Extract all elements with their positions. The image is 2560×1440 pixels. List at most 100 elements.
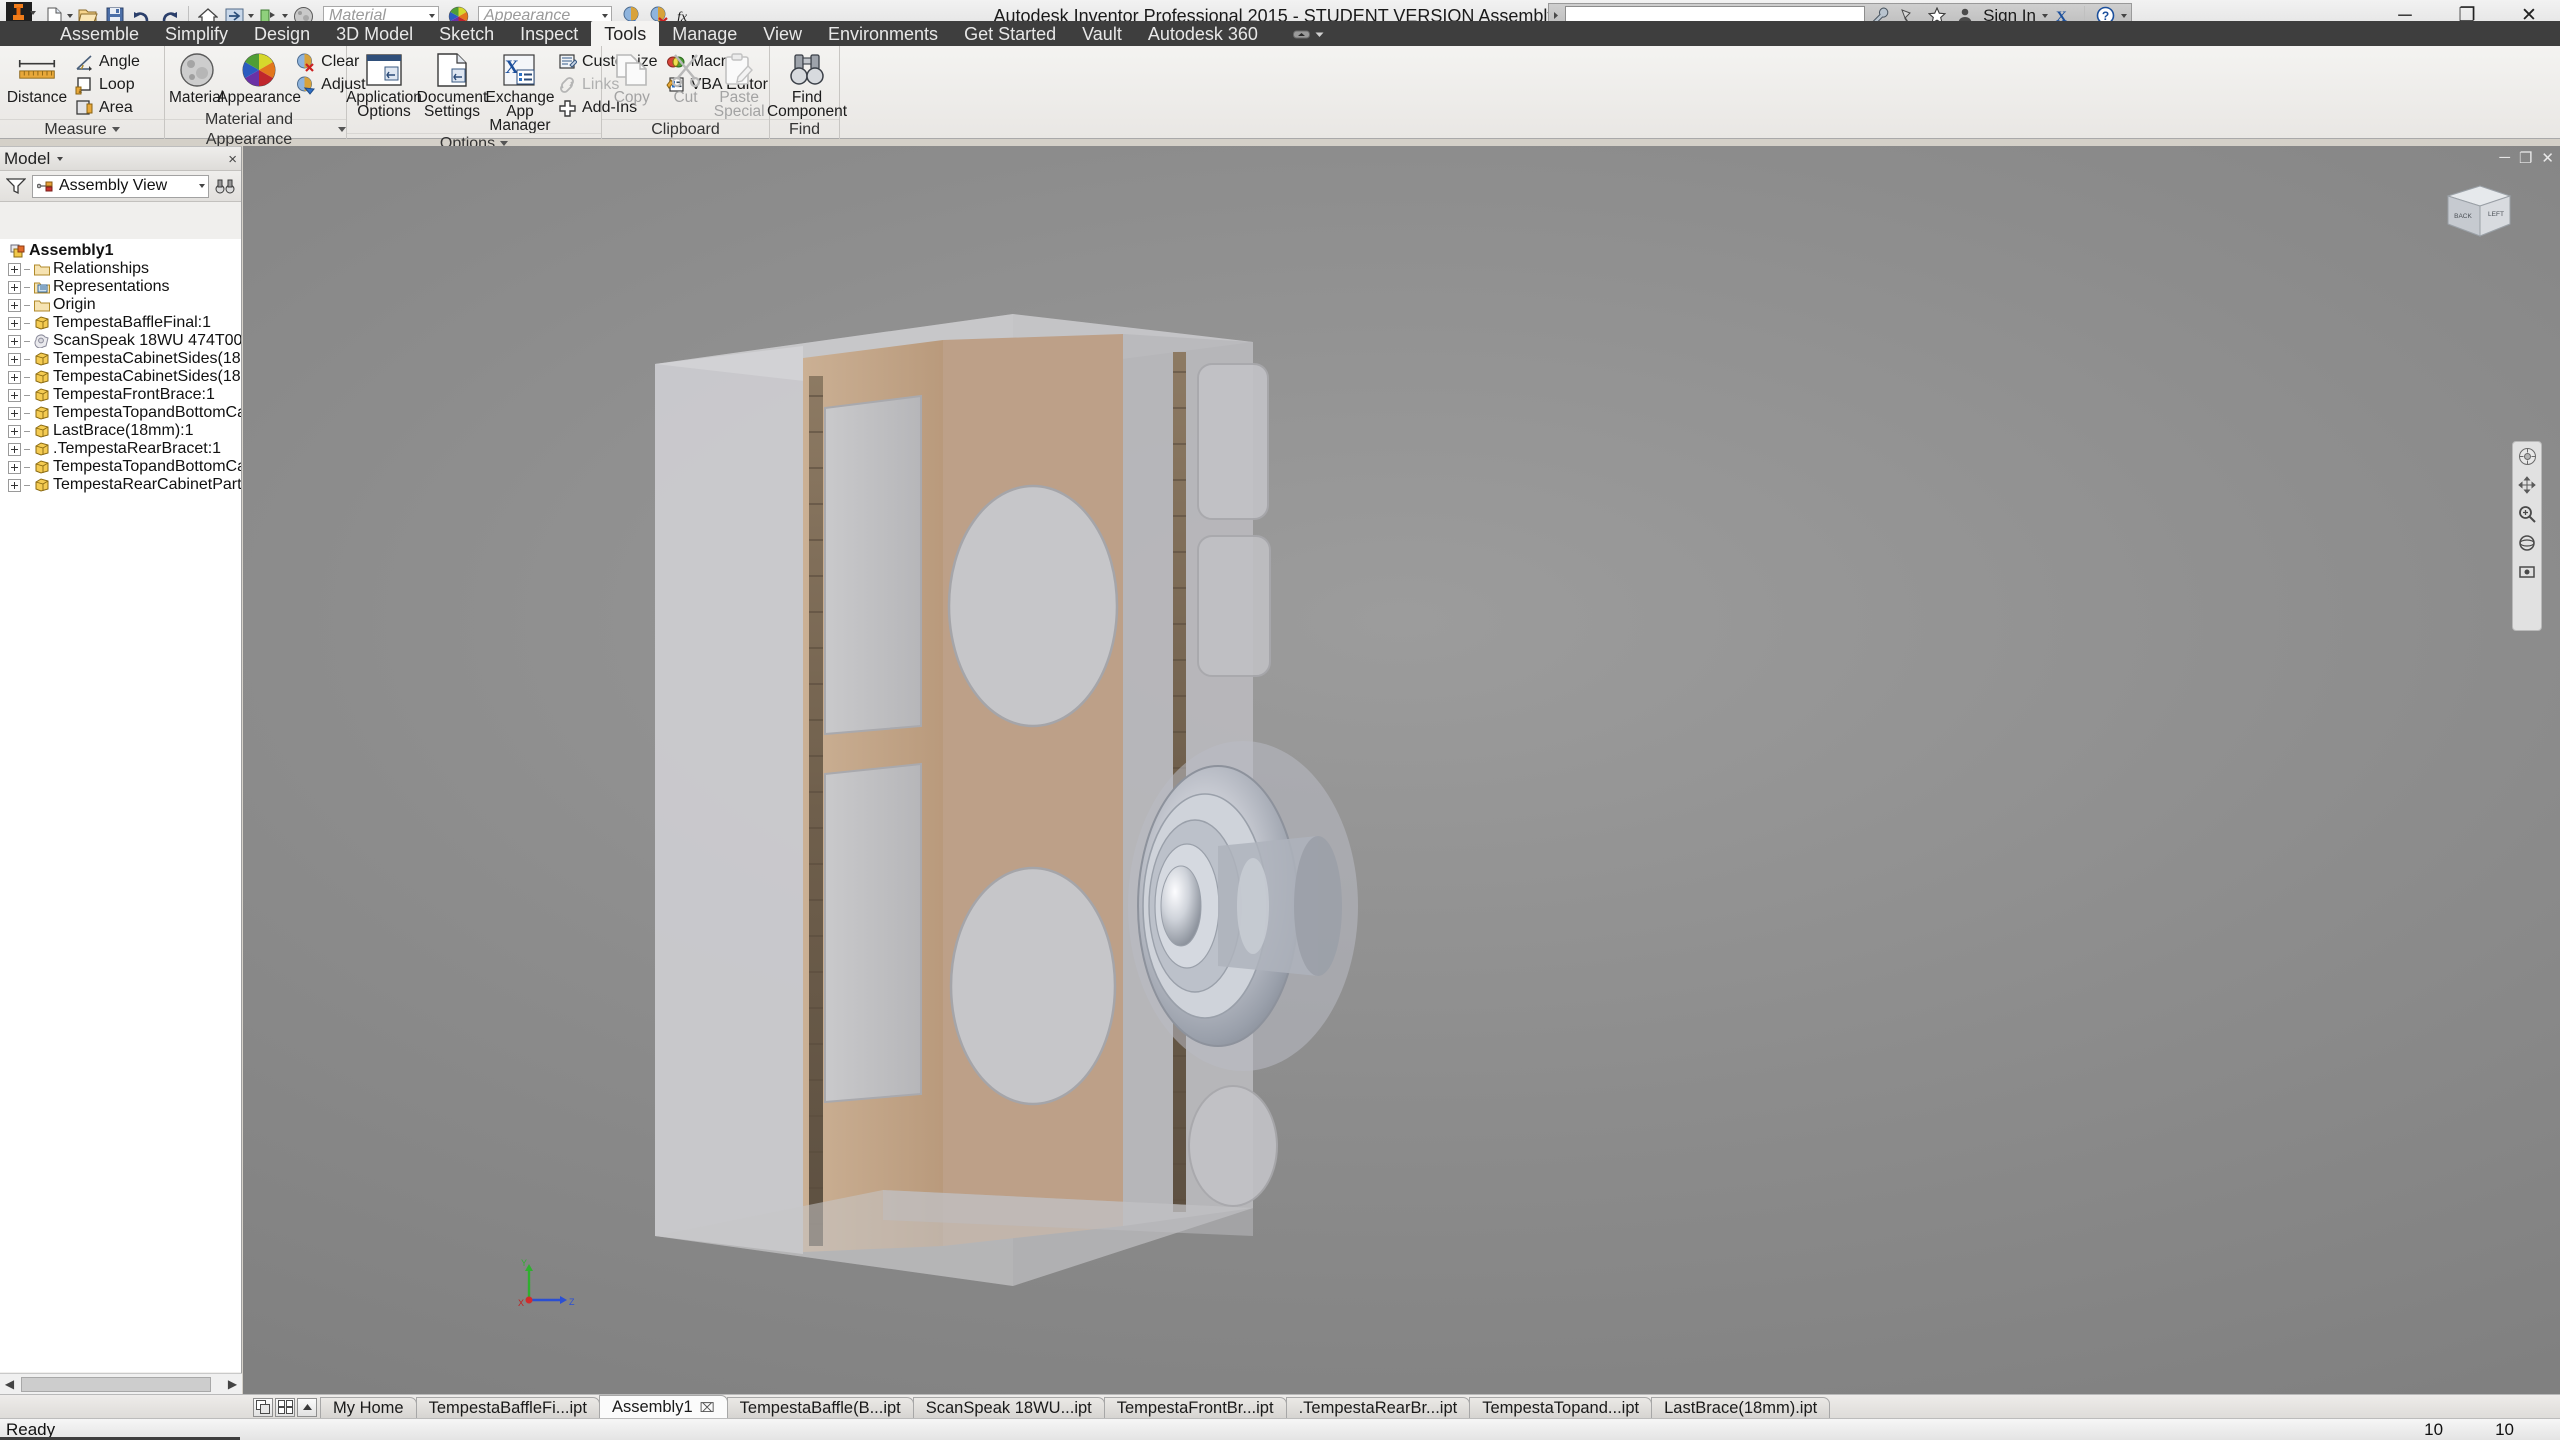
ribbon-tab-3d-model[interactable]: 3D Model bbox=[323, 21, 426, 47]
button-copy[interactable]: Copy bbox=[606, 49, 658, 105]
graphics-viewport[interactable]: ─ ❐ ✕ BACK LEFT X Z Y bbox=[243, 146, 2560, 1394]
panel-label-find[interactable]: Find bbox=[770, 119, 839, 139]
ribbon-tab-simplify[interactable]: Simplify bbox=[152, 21, 241, 47]
tree-node[interactable]: .TempestaRearBracet:1 bbox=[4, 440, 241, 458]
browser-title-caret-icon[interactable] bbox=[57, 156, 64, 161]
ribbon-tab-get-started[interactable]: Get Started bbox=[951, 21, 1069, 47]
button-application-options[interactable]: Application Options bbox=[346, 49, 422, 119]
document-tab--tempestarearbr-ipt[interactable]: .TempestaRearBr...ipt bbox=[1285, 1397, 1471, 1418]
expand-toggle-icon[interactable] bbox=[8, 280, 21, 294]
document-tab-scanspeak-18wu-ipt[interactable]: ScanSpeak 18WU...ipt bbox=[912, 1397, 1105, 1418]
expand-toggle-icon[interactable] bbox=[8, 460, 21, 474]
tree-node[interactable]: TempestaRearCabinetPart(18mm):1 bbox=[4, 476, 241, 494]
tree-node[interactable]: TempestaCabinetSides(18mm):3 bbox=[4, 350, 241, 368]
button-cut[interactable]: Cut bbox=[660, 49, 712, 105]
ribbon-tab-assemble[interactable]: Assemble bbox=[47, 21, 152, 47]
document-tab-assembly1[interactable]: Assembly1 ⌧ bbox=[598, 1395, 728, 1418]
button-loop[interactable]: a Loop bbox=[72, 74, 144, 96]
tree-node[interactable]: TempestaFrontBrace:1 bbox=[4, 386, 241, 404]
expand-toggle-icon[interactable] bbox=[8, 442, 21, 456]
search-expand-icon[interactable] bbox=[1553, 11, 1561, 20]
binoculars-small-icon[interactable] bbox=[215, 178, 235, 195]
document-tab-tempestafrontbr-ipt[interactable]: TempestaFrontBr...ipt bbox=[1103, 1397, 1287, 1418]
document-tab-my-home[interactable]: My Home bbox=[320, 1397, 417, 1418]
assembly-view-select[interactable]: Assembly View bbox=[32, 174, 209, 198]
ribbon-tab-inspect[interactable]: Inspect bbox=[507, 21, 591, 47]
tile-windows-icon[interactable] bbox=[253, 1397, 273, 1417]
button-appearance[interactable]: Appearance bbox=[217, 49, 301, 105]
tree-connector bbox=[24, 394, 30, 396]
scroll-left-icon[interactable]: ◀ bbox=[0, 1375, 19, 1394]
viewport-close[interactable]: ✕ bbox=[2541, 149, 2554, 167]
panel-label-clipboard[interactable]: Clipboard bbox=[602, 119, 769, 139]
ribbon-minimize-icon[interactable] bbox=[1292, 29, 1310, 40]
ribbon-tab-autodesk-360[interactable]: Autodesk 360 bbox=[1135, 21, 1271, 47]
button-label: Paste Special bbox=[713, 89, 765, 120]
tree-node[interactable]: TempestaTopandBottomCabinetPart(18m bbox=[4, 458, 241, 476]
browser-close-icon[interactable]: × bbox=[228, 151, 237, 168]
filter-icon[interactable] bbox=[6, 177, 26, 195]
app-menu-caret-icon[interactable] bbox=[30, 11, 36, 15]
panel-expand-caret-icon[interactable] bbox=[111, 127, 120, 132]
expand-toggle-icon[interactable] bbox=[8, 370, 21, 384]
ribbon-tab-design[interactable]: Design bbox=[241, 21, 323, 47]
browser-horizontal-scrollbar[interactable]: ◀ ▶ bbox=[0, 1373, 242, 1394]
assembly-3d-model[interactable] bbox=[243, 146, 2560, 1394]
ribbon-tab-tools[interactable]: Tools bbox=[591, 21, 660, 47]
ribbon-tab-manage[interactable]: Manage bbox=[659, 21, 750, 47]
expand-toggle-icon[interactable] bbox=[8, 406, 21, 420]
expand-toggle-icon[interactable] bbox=[8, 298, 21, 312]
panel-label-material-and-appearance[interactable]: Material and Appearance bbox=[165, 111, 346, 148]
button-find-component[interactable]: Find Component bbox=[767, 49, 847, 119]
button-exchange-app-manager[interactable]: X Exchange App Manager bbox=[486, 49, 554, 133]
ribbon-tab-environments[interactable]: Environments bbox=[815, 21, 951, 47]
ribbon-tab-view[interactable]: View bbox=[750, 21, 815, 47]
tree-node[interactable]: TempestaCabinetSides(18mm):4 bbox=[4, 368, 241, 386]
tree-node[interactable]: Assembly1 bbox=[4, 242, 241, 260]
button-angle[interactable]: Angle bbox=[72, 51, 144, 73]
new-dropdown-icon[interactable] bbox=[67, 14, 73, 18]
scroll-track[interactable] bbox=[19, 1374, 223, 1394]
panel-label-measure[interactable]: Measure bbox=[0, 119, 164, 139]
document-tab-tempestabaffle-b-ipt[interactable]: TempestaBaffle(B...ipt bbox=[726, 1397, 914, 1418]
update-dropdown-icon[interactable] bbox=[282, 14, 288, 18]
cascade-windows-icon[interactable] bbox=[275, 1397, 295, 1417]
ribbon-tab-vault[interactable]: Vault bbox=[1069, 21, 1135, 47]
tree-node[interactable]: Relationships bbox=[4, 260, 241, 278]
button-material[interactable]: Material bbox=[169, 49, 224, 105]
tree-node[interactable]: LastBrace(18mm):1 bbox=[4, 422, 241, 440]
tree-node[interactable]: ScanSpeak 18WU 474T00:1 bbox=[4, 332, 241, 350]
expand-toggle-icon[interactable] bbox=[8, 424, 21, 438]
button-distance[interactable]: Distance bbox=[4, 49, 70, 105]
status-bar: Ready 10 10 bbox=[0, 1418, 2560, 1440]
scroll-right-icon[interactable]: ▶ bbox=[223, 1375, 242, 1394]
scroll-up-icon[interactable] bbox=[297, 1397, 317, 1417]
button-paste-special[interactable]: Paste Special bbox=[713, 49, 765, 119]
ribbon-options-caret-icon[interactable] bbox=[1315, 31, 1324, 38]
document-tab-lastbrace-18mm-ipt[interactable]: LastBrace(18mm).ipt bbox=[1651, 1397, 1831, 1418]
button-area[interactable]: Area bbox=[72, 97, 144, 119]
document-tab-tempestabafflefi-ipt[interactable]: TempestaBaffleFi...ipt bbox=[415, 1397, 600, 1418]
tree-node[interactable]: TempestaTopandBottomCabinetPart(18m bbox=[4, 404, 241, 422]
help-caret-icon[interactable] bbox=[2121, 13, 2127, 18]
expand-toggle-icon[interactable] bbox=[8, 262, 21, 276]
expand-toggle-icon[interactable] bbox=[8, 316, 21, 330]
document-tab-close-icon[interactable]: ⌧ bbox=[700, 1400, 715, 1415]
sign-in-caret-icon[interactable] bbox=[2042, 13, 2048, 18]
document-tab-tempestatopand-ipt[interactable]: TempestaTopand...ipt bbox=[1469, 1397, 1653, 1418]
ribbon-tab-sketch[interactable]: Sketch bbox=[426, 21, 507, 47]
expand-toggle-icon[interactable] bbox=[8, 352, 21, 366]
expand-toggle-icon[interactable] bbox=[8, 334, 21, 348]
viewport-restore[interactable]: ❐ bbox=[2519, 149, 2532, 167]
panel-expand-caret-icon[interactable] bbox=[338, 127, 346, 132]
tree-node[interactable]: Representations bbox=[4, 278, 241, 296]
button-label: Application Options bbox=[346, 89, 422, 120]
viewport-minimize[interactable]: ─ bbox=[2499, 149, 2510, 167]
expand-toggle-icon[interactable] bbox=[8, 478, 21, 492]
return-dropdown-icon[interactable] bbox=[248, 14, 254, 18]
button-document-settings[interactable]: Document Settings bbox=[417, 49, 487, 119]
tree-node[interactable]: TempestaBaffleFinal:1 bbox=[4, 314, 241, 332]
scroll-thumb[interactable] bbox=[21, 1376, 211, 1392]
tree-node[interactable]: Origin bbox=[4, 296, 241, 314]
expand-toggle-icon[interactable] bbox=[8, 388, 21, 402]
